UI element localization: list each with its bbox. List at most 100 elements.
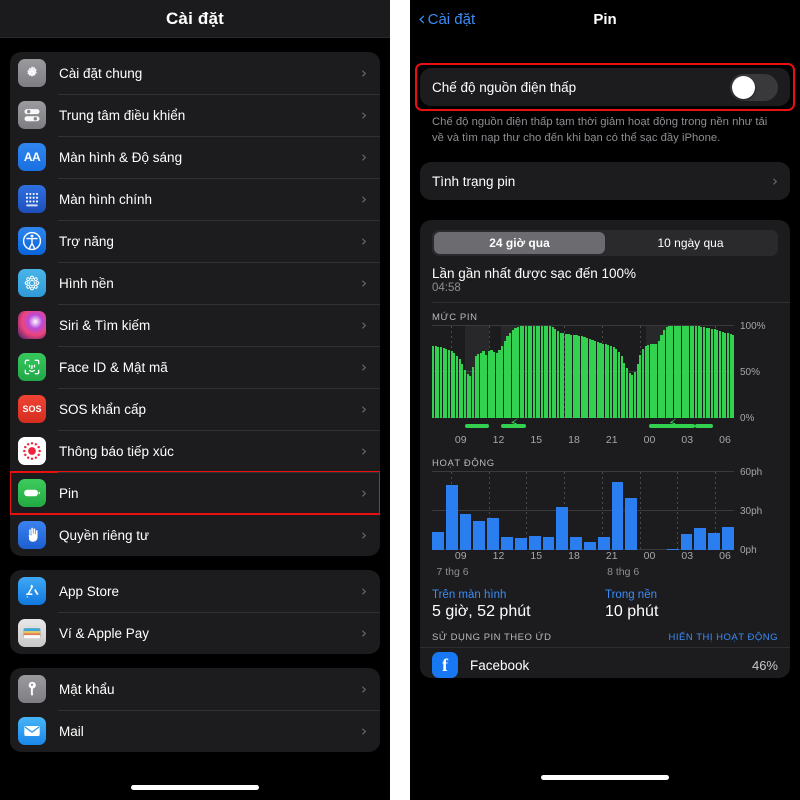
sidebar-item-label: Hình nền bbox=[59, 275, 114, 291]
gear-icon bbox=[18, 59, 46, 87]
chevron-right-icon: › bbox=[361, 358, 367, 376]
show-activity-button[interactable]: HIỂN THỊ HOẠT ĐỘNG bbox=[669, 632, 778, 643]
charging-periods-strip: ⚡ ⚡ bbox=[432, 417, 778, 434]
low-power-mode-toggle[interactable] bbox=[730, 73, 778, 101]
sidebar-item-v-apple-pay[interactable]: Ví & Apple Pay › bbox=[10, 612, 380, 654]
usage-total-heading: Trong nền bbox=[605, 589, 657, 602]
chart-bar bbox=[501, 537, 513, 551]
x-axis-tick-label: 06 bbox=[719, 434, 731, 447]
chevron-right-icon: › bbox=[361, 722, 367, 740]
sidebar-item-pin[interactable]: Pin › bbox=[10, 471, 380, 515]
bar-series bbox=[432, 326, 735, 419]
sidebar-item-h-nh-n-n[interactable]: Hình nền › bbox=[10, 262, 380, 304]
charging-period-bar bbox=[694, 424, 713, 429]
chart-bar bbox=[542, 537, 555, 551]
sidebar-item-mail[interactable]: Mail › bbox=[10, 710, 380, 752]
passwords-key-icon bbox=[18, 675, 46, 703]
chevron-right-icon: › bbox=[361, 64, 367, 82]
chevron-right-icon: › bbox=[361, 316, 367, 334]
y-axis-tick-label: 30ph bbox=[740, 506, 763, 518]
back-button[interactable]: ‹ Cài đặt bbox=[418, 9, 475, 29]
app-usage-row[interactable]: f Facebook 46% bbox=[420, 648, 790, 679]
date-label: 8 thg 6 bbox=[607, 566, 640, 579]
privacy-hand-icon bbox=[18, 521, 46, 549]
sidebar-item-th-ng-b-o-ti-p-x-c[interactable]: Thông báo tiếp xúc › bbox=[10, 430, 380, 472]
chevron-right-icon: › bbox=[361, 106, 367, 124]
chart-bar bbox=[556, 507, 569, 551]
wallpaper-icon bbox=[18, 269, 46, 297]
sidebar-item-label: Trợ năng bbox=[59, 233, 114, 249]
sidebar-item-tr-n-ng[interactable]: Trợ năng › bbox=[10, 220, 380, 262]
battery-level-y-axis: 0% 50% 100% bbox=[734, 321, 778, 424]
chart-bar bbox=[722, 526, 734, 551]
x-axis-tick-label: 15 bbox=[530, 550, 543, 563]
sidebar-item-m-n-h-nh-ch-nh[interactable]: Màn hình chính › bbox=[10, 178, 380, 220]
charging-bolt-icon: ⚡ bbox=[509, 417, 519, 433]
app-battery-percent: 46% bbox=[751, 657, 778, 673]
x-axis-tick-label: 12 bbox=[492, 434, 505, 447]
x-axis-tick-label: 03 bbox=[681, 550, 694, 563]
y-axis-tick-label: 50% bbox=[740, 367, 761, 379]
chart-bar bbox=[432, 531, 444, 551]
sidebar-item-face-id-m-t-m[interactable]: Face ID & Mật mã › bbox=[10, 346, 380, 388]
chart-bar bbox=[694, 527, 707, 551]
time-range-segmented-control[interactable]: 24 giờ qua 10 ngày qua bbox=[432, 230, 778, 257]
sidebar-item-app-store[interactable]: App Store › bbox=[10, 570, 380, 612]
settings-list-screen: Cài đặt Cài đặt chung › Trung tâm điều khi… bbox=[0, 0, 390, 800]
by-app-label: SỬ DỤNG PIN THEO ỨD bbox=[432, 632, 552, 644]
battery-settings-screen: ‹ Cài đặt Pin Chế độ nguồn điện thấp Chế… bbox=[410, 0, 800, 800]
battery-icon bbox=[18, 479, 46, 507]
chevron-right-icon: › bbox=[772, 172, 778, 191]
panel-divider bbox=[390, 0, 410, 800]
sidebar-item-label: Cài đặt chung bbox=[59, 65, 143, 81]
sidebar-item-quy-n-ri-ng-t[interactable]: Quyền riêng tư › bbox=[10, 514, 380, 556]
chart-bar bbox=[473, 521, 486, 551]
left-navbar: Cài đặt bbox=[0, 0, 390, 38]
sidebar-item-m-t-kh-u[interactable]: Mật khẩu › bbox=[10, 668, 380, 710]
sidebar-item-c-i-t-chung[interactable]: Cài đặt chung › bbox=[10, 52, 380, 94]
bar-series bbox=[432, 472, 734, 551]
sidebar-item-siri-t-m-ki-m[interactable]: Siri & Tìm kiếm › bbox=[10, 304, 380, 346]
chart-bar bbox=[570, 537, 582, 551]
sidebar-item-label: SOS khẩn cấp bbox=[59, 401, 147, 417]
x-axis-tick-label: 18 bbox=[568, 434, 580, 447]
settings-group: Mật khẩu › Mail › bbox=[10, 668, 380, 752]
chart-bar bbox=[514, 538, 527, 551]
display-brightness-icon: AA bbox=[18, 143, 46, 171]
date-label: 7 thg 6 bbox=[436, 566, 469, 579]
sidebar-item-label: App Store bbox=[59, 583, 120, 599]
charging-bolt-icon: ⚡ bbox=[668, 417, 678, 433]
segment-24-hours[interactable]: 24 giờ qua bbox=[434, 232, 605, 255]
x-axis-tick-label: 12 bbox=[492, 550, 505, 563]
low-power-mode-row[interactable]: Chế độ nguồn điện thấp bbox=[420, 68, 790, 106]
control-center-icon bbox=[18, 101, 46, 129]
sidebar-item-label: Ví & Apple Pay bbox=[59, 625, 150, 641]
sidebar-item-label: Mail bbox=[59, 723, 84, 739]
x-axis-tick-label: 09 bbox=[454, 550, 467, 563]
last-charge-title: Lần gần nhất được sạc đến 100% bbox=[432, 266, 637, 282]
chart-bar bbox=[487, 517, 500, 551]
sidebar-item-label: Màn hình & Độ sáng bbox=[59, 149, 183, 165]
sidebar-item-trung-t-m-i-u-khi-n[interactable]: Trung tâm điều khiển › bbox=[10, 94, 380, 136]
battery-by-app-header: SỬ DỤNG PIN THEO ỨD HIỂN THỊ HOẠT ĐỘNG bbox=[420, 621, 790, 647]
segment-10-days[interactable]: 10 ngày qua bbox=[605, 232, 776, 254]
chevron-right-icon: › bbox=[361, 680, 367, 698]
sidebar-item-sos-kh-n-c-p[interactable]: SOS SOS khẩn cấp › bbox=[10, 388, 380, 430]
accessibility-icon bbox=[18, 227, 46, 255]
x-axis-tick-label: 06 bbox=[719, 550, 731, 563]
sidebar-item-label: Màn hình chính bbox=[59, 191, 153, 207]
home-screen-icon bbox=[18, 185, 46, 213]
battery-health-row[interactable]: Tình trạng pin › bbox=[420, 162, 790, 200]
settings-list[interactable]: Cài đặt chung › Trung tâm điều khiển › AA Màn… bbox=[0, 38, 390, 800]
activity-section-label: HOẠT ĐỘNG bbox=[432, 458, 495, 470]
activity-date-labels: 7 thg 6 8 thg 6 bbox=[432, 566, 778, 581]
sidebar-item-m-n-h-nh-s-ng[interactable]: AA Màn hình & Độ sáng › bbox=[10, 136, 380, 178]
chart-bar bbox=[597, 537, 610, 551]
battery-health-card: Tình trạng pin › bbox=[420, 162, 790, 201]
usage-total-heading: Trên màn hình bbox=[432, 589, 507, 602]
chart-bar bbox=[611, 482, 624, 551]
home-indicator bbox=[131, 785, 259, 790]
wallet-icon bbox=[18, 619, 46, 647]
sidebar-item-label: Pin bbox=[59, 485, 79, 501]
battery-level-x-axis: 09 12 15 18 21 00 03 06 bbox=[432, 434, 778, 449]
